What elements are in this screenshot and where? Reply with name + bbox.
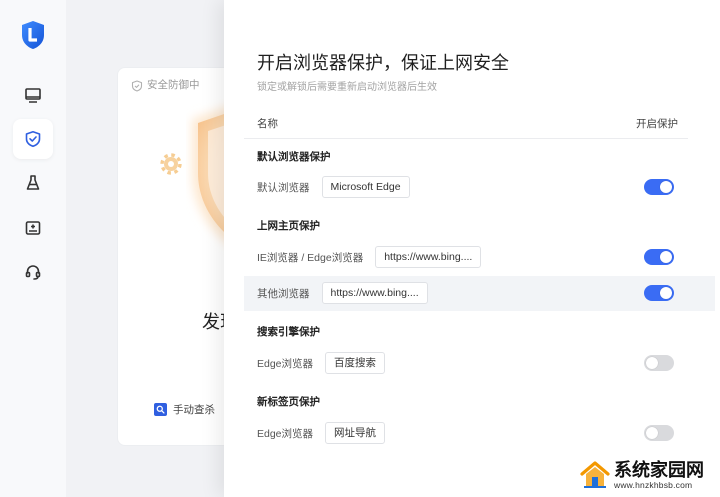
toggle-knob [660,251,672,263]
column-header-name: 名称 [257,118,278,130]
magnifier-icon[interactable] [154,403,167,416]
search-engine-value-field[interactable]: 百度搜索 [325,352,386,374]
watermark-url: www.hnzkhbsb.com [614,480,693,490]
browser-value-field[interactable]: Microsoft Edge [321,176,410,198]
status-label: 安全防御中 [147,79,200,91]
shield-logo-icon [20,20,46,50]
panel-title: 开启浏览器保护，保证上网安全 [257,53,509,73]
header-divider [244,138,688,139]
manual-scan-link[interactable]: 手动查杀 [173,404,215,416]
toolbox-icon [24,219,42,237]
gear-icon [159,152,183,176]
column-header-protect: 开启保护 [636,118,678,130]
list-item: IE浏览器 / Edge浏览器 https://www.bing.... [257,246,482,268]
row-label: IE浏览器 / Edge浏览器 [257,251,364,264]
toggle-knob [646,427,658,439]
protect-toggle[interactable] [644,249,674,265]
homepage-value-field[interactable]: https://www.bing.... [375,246,482,268]
row-label: 其他浏览器 [257,287,310,300]
sidebar-item-protection[interactable] [13,119,53,159]
watermark: 系统家园网 www.hnzkhbsb.com [580,457,714,493]
panel-subtitle: 锁定或解锁后需要重新启动浏览器后生效 [257,82,437,93]
toggle-knob [646,357,658,369]
toggle-knob [660,287,672,299]
toggle-knob [660,181,672,193]
sidebar [0,0,66,497]
section-title-homepage: 上网主页保护 [257,220,320,232]
row-label: Edge浏览器 [257,357,314,370]
sidebar-item-tools[interactable] [13,208,53,248]
house-logo-icon [580,460,610,490]
list-item: Edge浏览器 网址导航 [257,422,386,444]
protect-toggle[interactable] [644,179,674,195]
protect-toggle[interactable] [644,285,674,301]
new-tab-value-field[interactable]: 网址导航 [325,422,386,444]
list-item: 其他浏览器 https://www.bing.... [257,282,428,304]
list-item: Edge浏览器 百度搜索 [257,352,386,374]
headset-icon [24,263,42,281]
clean-brush-icon [24,174,42,192]
monitor-icon [24,86,42,104]
row-label: 默认浏览器 [257,181,310,194]
browser-protection-panel: 开启浏览器保护，保证上网安全 锁定或解锁后需要重新启动浏览器后生效 名称 开启保… [224,0,720,497]
sidebar-item-clean[interactable] [13,163,53,203]
row-label: Edge浏览器 [257,427,314,440]
sidebar-item-support[interactable] [13,252,53,292]
shield-check-icon [24,130,42,148]
protect-toggle[interactable] [644,355,674,371]
list-item: 默认浏览器 Microsoft Edge [257,176,410,198]
protect-toggle[interactable] [644,425,674,441]
section-title-new-tab: 新标签页保护 [257,396,320,408]
section-title-default-browser: 默认浏览器保护 [257,151,331,163]
homepage-value-field[interactable]: https://www.bing.... [321,282,428,304]
watermark-text: 系统家园网 www.hnzkhbsb.com [614,460,704,490]
section-title-search-engine: 搜索引擎保护 [257,326,320,338]
watermark-name: 系统家园网 [614,460,704,480]
sidebar-item-scan[interactable] [13,75,53,115]
shield-outline-icon [131,79,143,92]
